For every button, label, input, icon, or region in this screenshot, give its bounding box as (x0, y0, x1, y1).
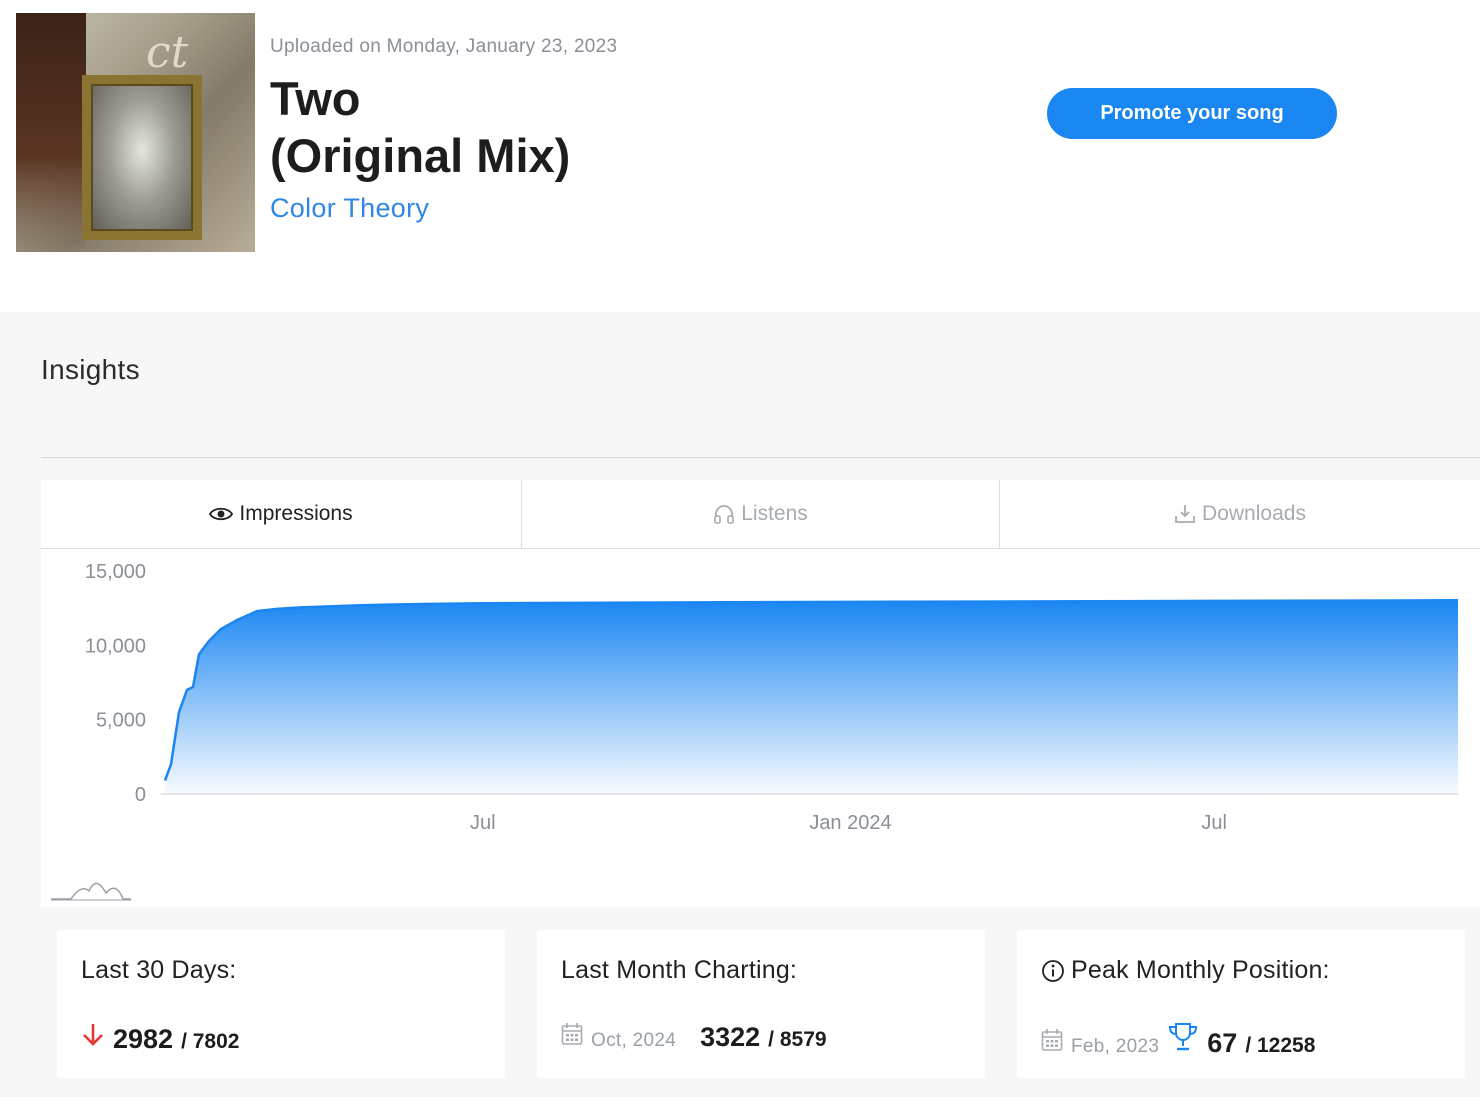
tab-listens[interactable]: Listens (522, 480, 1000, 548)
peak-monthly-position-title-row: Peak Monthly Position: (1041, 956, 1330, 985)
insights-tabs: Impressions Listens Downloads (41, 480, 1480, 549)
last-30-days-card: Last 30 Days: 2982 / 7802 (57, 930, 505, 1078)
insights-title: Insights (41, 354, 140, 385)
upload-date: Uploaded on Monday, January 23, 2023 (270, 36, 618, 57)
eye-icon (209, 506, 234, 522)
last-month-charting-date: Oct, 2024 (591, 1030, 677, 1051)
download-icon (1174, 503, 1196, 525)
y-tick-label: 0 (135, 784, 146, 806)
tab-downloads[interactable]: Downloads (1000, 480, 1480, 548)
cover-art-frame (82, 75, 202, 240)
arrow-down-icon (81, 1022, 105, 1048)
x-tick-label: Jul (1201, 812, 1227, 834)
divider (41, 457, 1480, 458)
peak-monthly-position-title: Peak Monthly Position: (1071, 956, 1330, 984)
last-month-charting-value: 3322 (700, 1022, 761, 1052)
peak-monthly-position-value: 67 (1207, 1028, 1238, 1058)
chart-area-fill (165, 600, 1458, 794)
last-30-days-total: / 7802 (181, 1030, 240, 1053)
cover-art-detail (16, 13, 86, 252)
artist-link[interactable]: Color Theory (270, 193, 429, 224)
last-30-days-value-row: 2982 / 7802 (81, 1022, 239, 1055)
chart-navigator[interactable] (51, 882, 131, 901)
cover-art-lettering: ct (146, 27, 189, 78)
last-month-charting-value-row: Oct, 2024 3322 / 8579 (561, 1022, 827, 1053)
peak-monthly-position-date: Feb, 2023 (1071, 1036, 1160, 1057)
x-tick-label: Jul (470, 812, 496, 834)
tab-impressions-label: Impressions (239, 502, 353, 525)
insights-section: Insights Impressions Listens Downloads 1… (0, 312, 1480, 1097)
y-tick-label: 10,000 (85, 635, 146, 657)
song-title: Two (Original Mix) (270, 70, 690, 184)
impressions-chart[interactable]: 15,000 10,000 5,000 0 Jul Jan 2024 Jul (41, 549, 1480, 907)
tab-listens-label: Listens (741, 502, 808, 525)
calendar-icon (1041, 1028, 1063, 1052)
tab-downloads-label: Downloads (1202, 502, 1306, 525)
album-cover[interactable]: ct (16, 13, 255, 252)
calendar-icon (561, 1022, 583, 1046)
y-tick-label: 5,000 (96, 710, 146, 732)
chart-svg: 15,000 10,000 5,000 0 Jul Jan 2024 Jul (51, 561, 1459, 901)
song-title-line-1: Two (270, 72, 361, 125)
peak-monthly-position-total: / 12258 (1245, 1034, 1316, 1057)
info-icon[interactable] (1041, 959, 1065, 983)
last-month-charting-title: Last Month Charting: (561, 956, 798, 984)
tab-impressions[interactable]: Impressions (41, 480, 522, 548)
last-month-charting-total: / 8579 (768, 1028, 827, 1051)
y-tick-label: 15,000 (85, 561, 146, 583)
promote-song-button[interactable]: Promote your song (1047, 88, 1337, 139)
trophy-icon (1167, 1022, 1199, 1052)
song-title-line-2: (Original Mix) (270, 129, 571, 182)
stat-cards: Last 30 Days: 2982 / 7802 Last Month Cha… (0, 930, 1480, 1080)
peak-monthly-position-card: Peak Monthly Position: Feb, 2023 67 / 12… (1017, 930, 1465, 1078)
peak-monthly-position-value-row: Feb, 2023 67 / 12258 (1041, 1022, 1315, 1059)
song-header: ct Uploaded on Monday, January 23, 2023 … (0, 0, 1480, 312)
headphones-icon (713, 504, 735, 524)
last-30-days-title: Last 30 Days: (81, 956, 237, 984)
last-month-charting-card: Last Month Charting: Oct, 2024 3322 / 85… (537, 930, 985, 1078)
x-tick-label: Jan 2024 (809, 812, 891, 834)
last-30-days-value: 2982 (113, 1024, 174, 1054)
